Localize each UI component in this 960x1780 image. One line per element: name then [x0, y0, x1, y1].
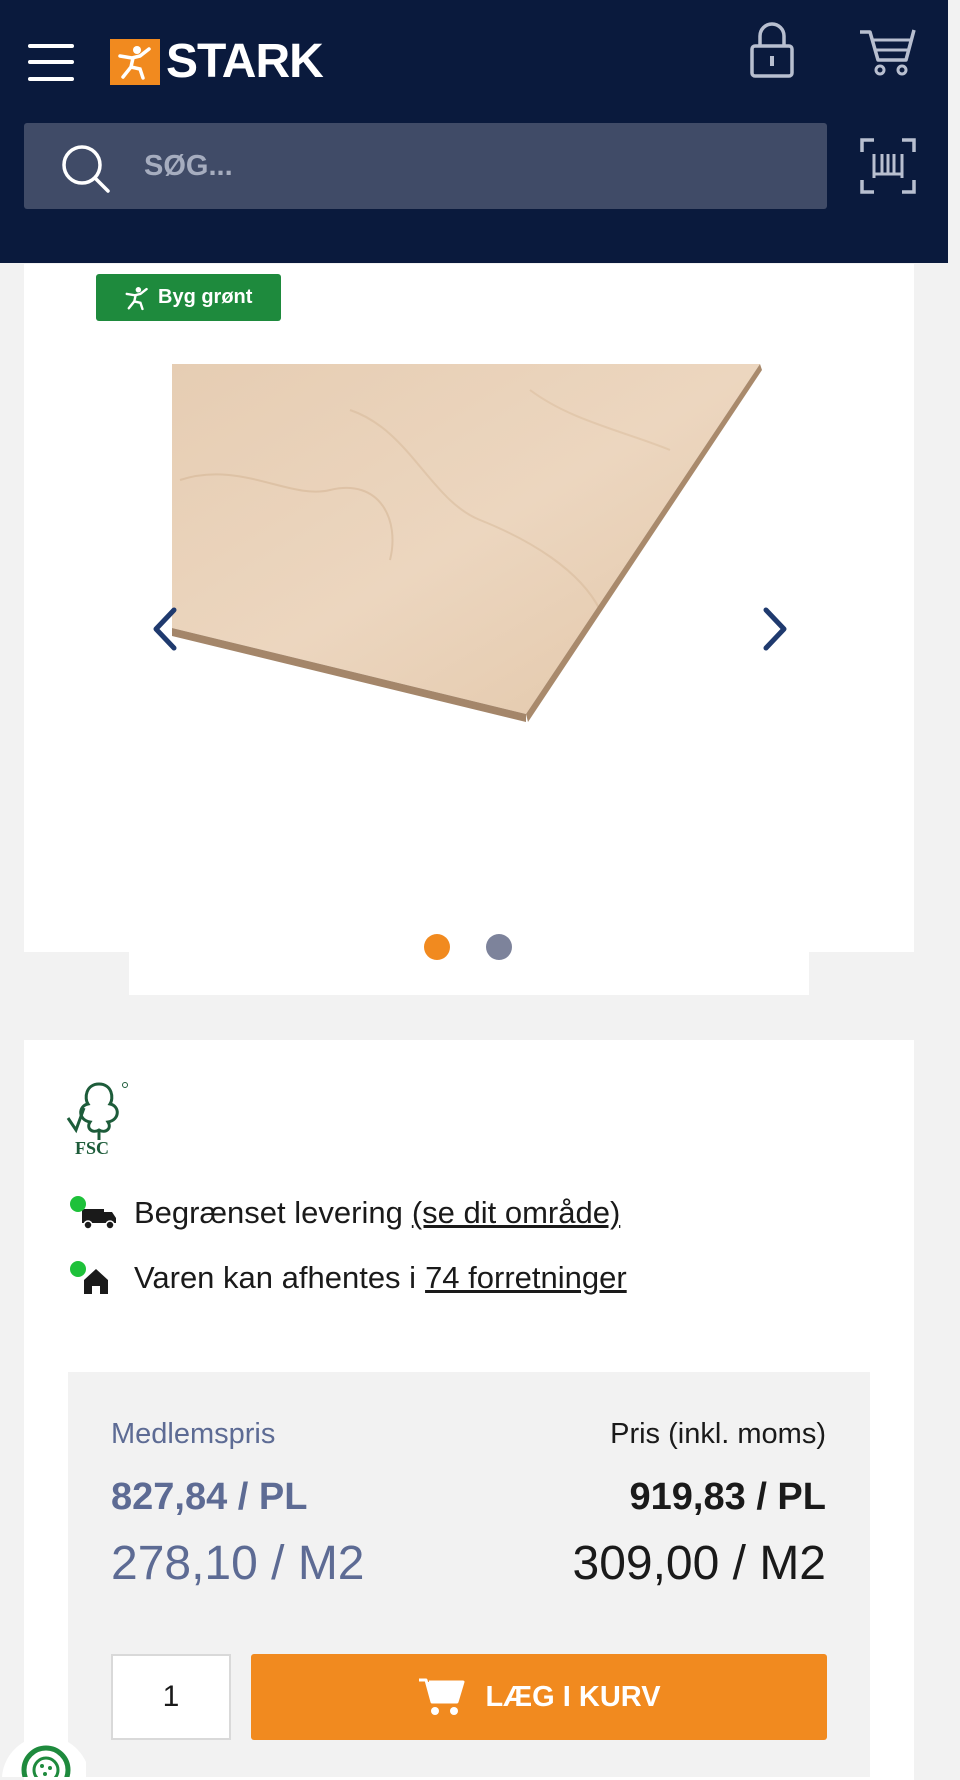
- price-per-plate: 919,83 / PL: [629, 1476, 826, 1518]
- add-to-cart-button[interactable]: LÆG I KURV: [251, 1654, 827, 1740]
- top-header: STARK SØG...: [0, 0, 948, 263]
- stark-man-icon: [125, 286, 148, 310]
- delivery-area-link[interactable]: (se dit område): [412, 1195, 620, 1231]
- stores-link[interactable]: 74 forretninger: [425, 1260, 627, 1296]
- gallery-pagination: [424, 934, 512, 960]
- price-box: Medlemspris 827,84 / PL 278,10 / M2 Pris…: [68, 1372, 870, 1777]
- delivery-truck-icon: [70, 1193, 120, 1233]
- hamburger-menu-icon[interactable]: [28, 42, 74, 82]
- stark-logo[interactable]: STARK: [110, 35, 324, 88]
- lock-icon[interactable]: [748, 22, 796, 78]
- fsc-label: FSC: [75, 1138, 109, 1158]
- delivery-text: Begrænset levering: [134, 1195, 403, 1230]
- member-price-label: Medlemspris: [111, 1418, 276, 1450]
- stark-logo-mark-icon: [110, 39, 160, 85]
- delivery-info: Begrænset levering (se dit område): [70, 1193, 620, 1233]
- member-price-per-m2: 278,10 / M2: [111, 1537, 365, 1590]
- badge-label: Byg grønt: [158, 286, 253, 308]
- gallery-dot-active[interactable]: [424, 934, 450, 960]
- pickup-info: Varen kan afhentes i 74 forretninger: [70, 1258, 627, 1298]
- cart-icon: [419, 1678, 465, 1715]
- brand-name: STARK: [166, 35, 324, 88]
- member-price-per-plate: 827,84 / PL: [111, 1476, 308, 1518]
- availability-green-dot: [70, 1261, 86, 1277]
- fsc-logo-icon: FSC: [66, 1082, 128, 1158]
- next-image-chevron-icon[interactable]: [754, 604, 794, 654]
- availability-green-dot: [70, 1196, 86, 1212]
- prev-image-chevron-icon[interactable]: [146, 604, 186, 654]
- search-icon: [62, 145, 110, 193]
- price-label: Pris (inkl. moms): [610, 1418, 826, 1450]
- cookie-settings-icon[interactable]: [0, 1722, 86, 1777]
- price-per-m2: 309,00 / M2: [572, 1537, 827, 1590]
- search-input[interactable]: SØG...: [24, 123, 827, 209]
- shopping-cart-icon[interactable]: [858, 24, 918, 80]
- search-placeholder: SØG...: [144, 150, 233, 182]
- pickup-text: Varen kan afhentes i: [134, 1260, 417, 1295]
- add-to-cart-label: LÆG I KURV: [485, 1680, 661, 1713]
- store-house-icon: [70, 1258, 120, 1298]
- gallery-dot[interactable]: [486, 934, 512, 960]
- barcode-scan-icon[interactable]: [860, 138, 916, 194]
- quantity-input[interactable]: 1: [111, 1654, 231, 1740]
- byg-groent-badge: Byg grønt: [96, 274, 281, 321]
- product-image-plywood[interactable]: [150, 350, 790, 750]
